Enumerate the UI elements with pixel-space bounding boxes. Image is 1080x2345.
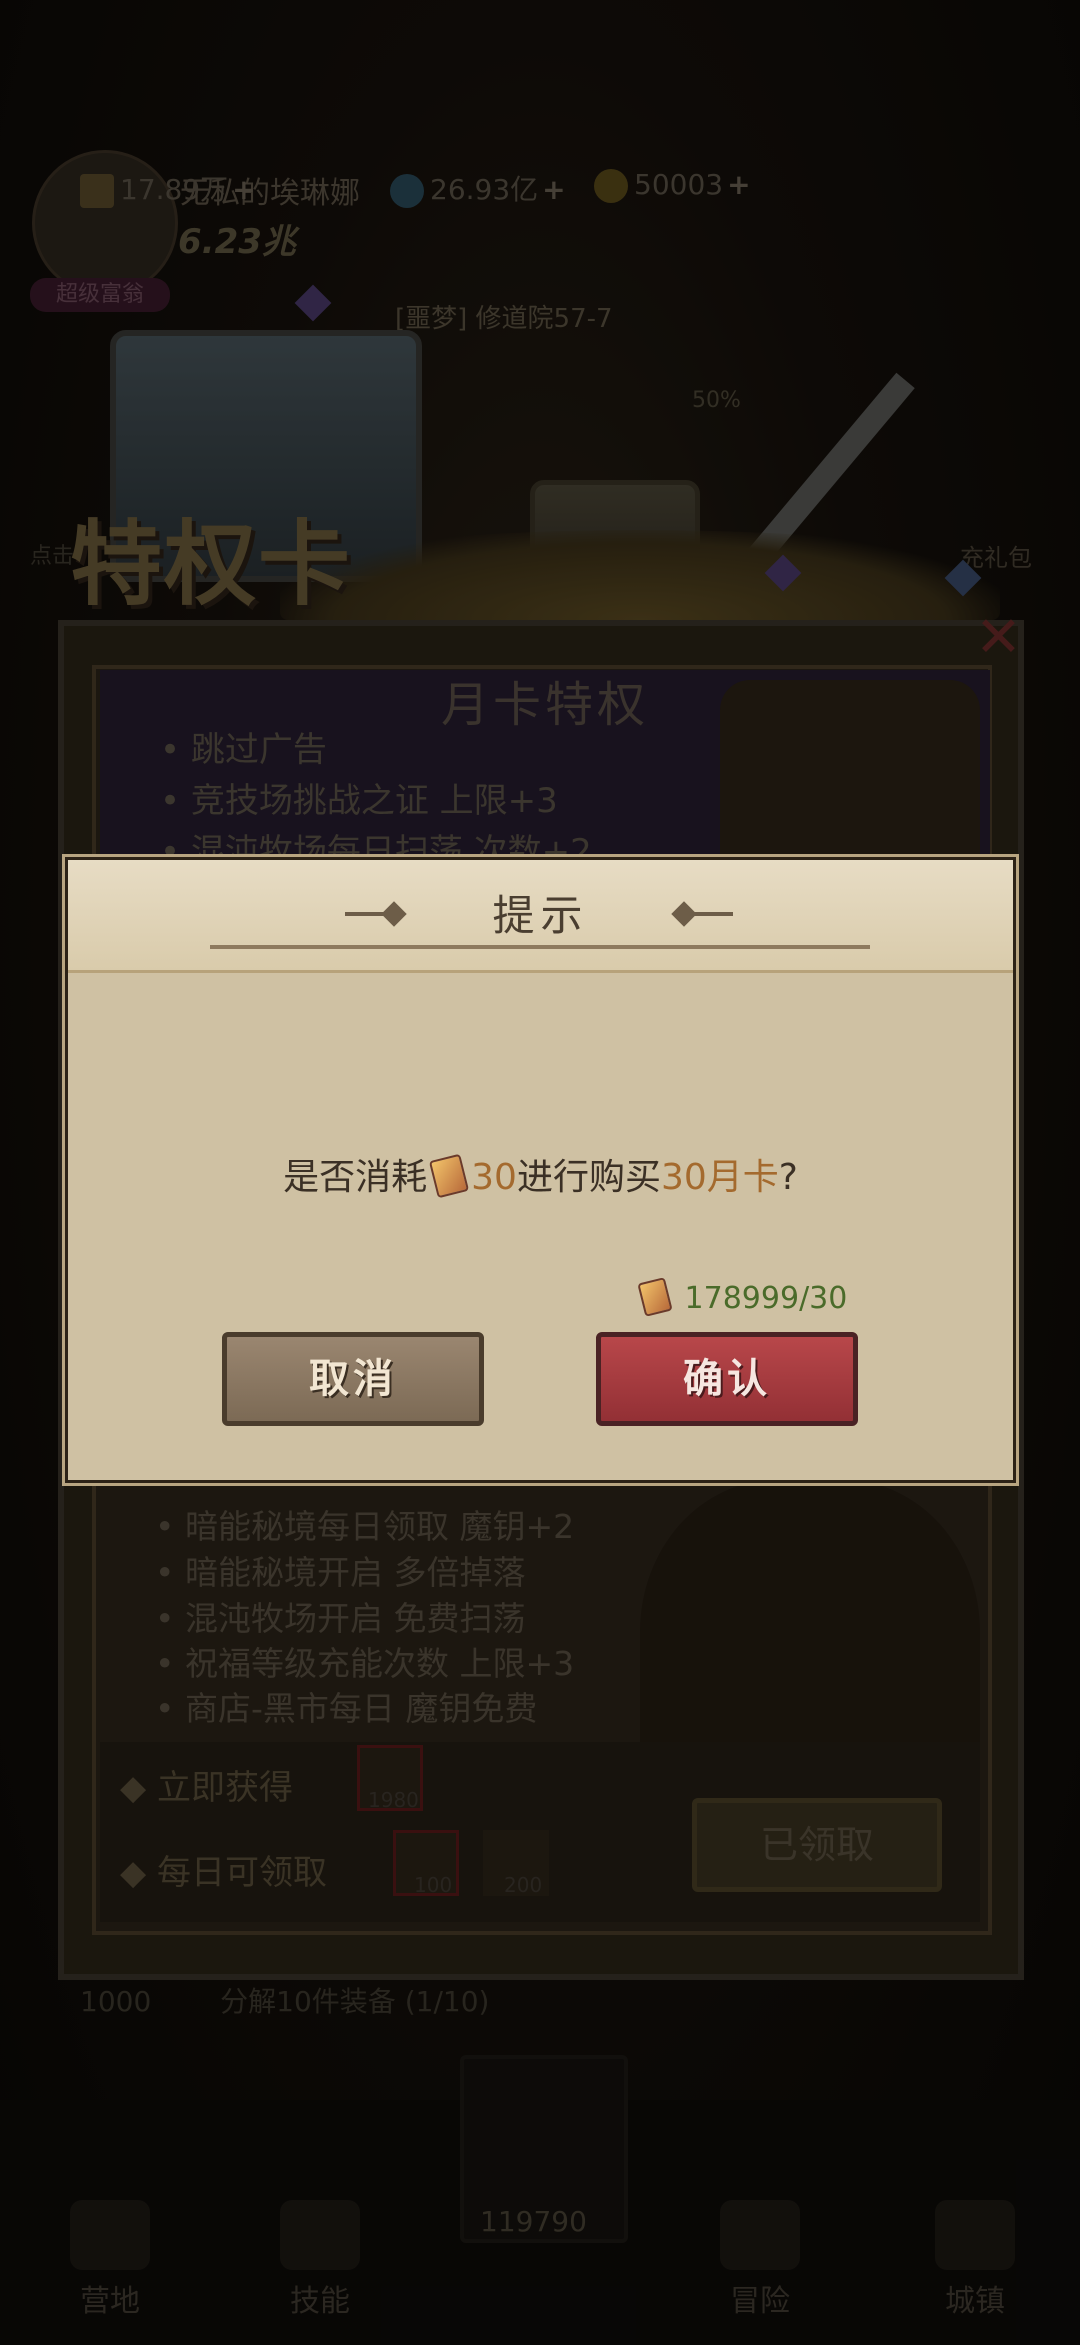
ticket-icon	[429, 1153, 470, 1199]
dialog-title: 提示	[492, 891, 589, 940]
cancel-button[interactable]: 取消	[222, 1332, 484, 1426]
dialog-question: 是否消耗 30进行购买30月卡?	[68, 1148, 1013, 1200]
ticket-balance: 178999/30	[635, 1277, 847, 1317]
ticket-icon	[637, 1277, 673, 1317]
dialog-divider	[210, 945, 870, 949]
confirm-button[interactable]: 确认	[596, 1332, 858, 1426]
